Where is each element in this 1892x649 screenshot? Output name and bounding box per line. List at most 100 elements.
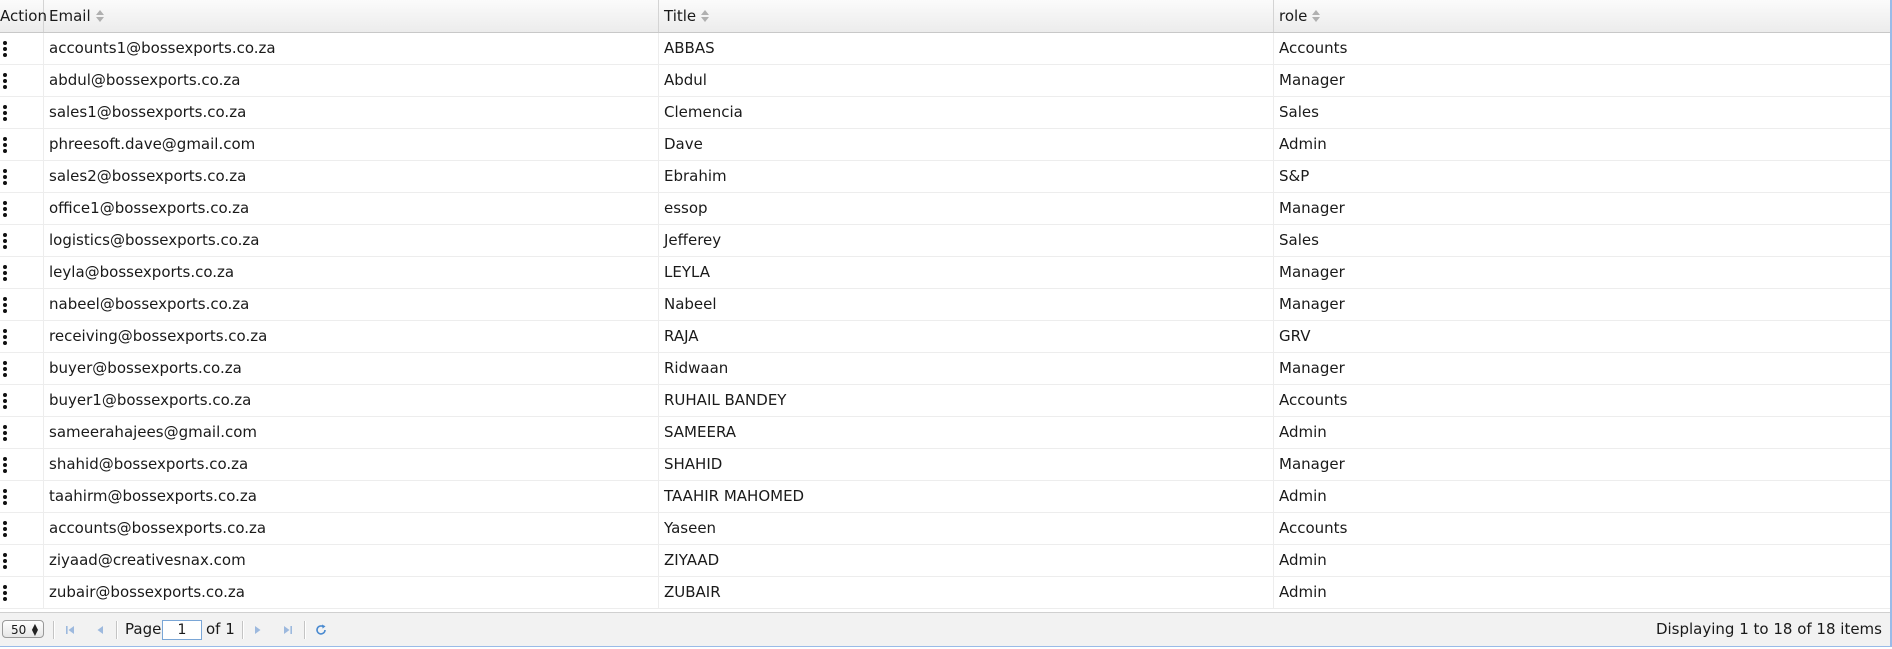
role-cell: Admin	[1279, 135, 1327, 153]
table-row[interactable]: accounts1@bossexports.co.za ABBAS Accounts	[0, 33, 1890, 65]
role-cell: Admin	[1279, 487, 1327, 505]
more-vertical-icon[interactable]	[3, 329, 7, 345]
action-cell	[0, 417, 44, 448]
email-cell: buyer1@bossexports.co.za	[44, 385, 659, 416]
action-cell	[0, 193, 44, 224]
grid-panel: Action Email Title role accounts1@bossex…	[0, 0, 1892, 647]
sort-icon[interactable]	[95, 9, 104, 22]
table-row[interactable]: accounts@bossexports.co.za Yaseen Accounts	[0, 513, 1890, 545]
more-vertical-icon[interactable]	[3, 41, 7, 57]
email-cell: logistics@bossexports.co.za	[44, 225, 659, 256]
select-arrows-icon: ▲ ▼	[31, 622, 38, 637]
more-vertical-icon[interactable]	[3, 137, 7, 153]
role-cell: Manager	[1279, 71, 1345, 89]
role-cell: Admin	[1279, 423, 1327, 441]
title-cell: RAJA	[659, 321, 1274, 352]
action-cell	[0, 481, 44, 512]
action-cell	[0, 33, 44, 64]
role-cell: Sales	[1279, 231, 1319, 249]
toolbar-separator	[242, 621, 244, 639]
column-header-role-label: role	[1279, 7, 1308, 25]
title-cell: Nabeel	[659, 289, 1274, 320]
action-cell	[0, 97, 44, 128]
more-vertical-icon[interactable]	[3, 521, 7, 537]
title-cell: Clemencia	[659, 97, 1274, 128]
email-cell: sales2@bossexports.co.za	[44, 161, 659, 192]
last-page-icon[interactable]	[281, 623, 295, 637]
email-cell: accounts1@bossexports.co.za	[44, 33, 659, 64]
table-row[interactable]: shahid@bossexports.co.za SHAHID Manager	[0, 449, 1890, 481]
users-grid: Action Email Title role accounts1@bossex…	[0, 0, 1892, 649]
role-cell: Accounts	[1279, 391, 1348, 409]
title-cell: Yaseen	[659, 513, 1274, 544]
first-page-icon[interactable]	[63, 623, 77, 637]
table-row[interactable]: logistics@bossexports.co.za Jefferey Sales	[0, 225, 1890, 257]
title-cell: ABBAS	[659, 33, 1274, 64]
column-header-title-label: Title	[664, 7, 697, 25]
page-size-select[interactable]: 50 ▲ ▼	[2, 620, 44, 638]
more-vertical-icon[interactable]	[3, 361, 7, 377]
role-cell: Manager	[1279, 295, 1345, 313]
more-vertical-icon[interactable]	[3, 233, 7, 249]
table-row[interactable]: nabeel@bossexports.co.za Nabeel Manager	[0, 289, 1890, 321]
toolbar-separator	[304, 621, 306, 639]
action-cell	[0, 321, 44, 352]
table-row[interactable]: sales2@bossexports.co.za Ebrahim S&P	[0, 161, 1890, 193]
table-row[interactable]: buyer1@bossexports.co.za RUHAIL BANDEY Acc…	[0, 385, 1890, 417]
more-vertical-icon[interactable]	[3, 297, 7, 313]
action-cell	[0, 65, 44, 96]
title-cell: Ebrahim	[659, 161, 1274, 192]
more-vertical-icon[interactable]	[3, 169, 7, 185]
more-vertical-icon[interactable]	[3, 457, 7, 473]
email-cell: office1@bossexports.co.za	[44, 193, 659, 224]
action-cell	[0, 257, 44, 288]
previous-page-icon[interactable]	[93, 623, 107, 637]
table-row[interactable]: abdul@bossexports.co.za Abdul Manager	[0, 65, 1890, 97]
more-vertical-icon[interactable]	[3, 105, 7, 121]
column-header-email[interactable]: Email	[44, 0, 659, 32]
more-vertical-icon[interactable]	[3, 553, 7, 569]
title-cell: essop	[659, 193, 1274, 224]
table-row[interactable]: ziyaad@creativesnax.com ZIYAAD Admin	[0, 545, 1890, 577]
table-row[interactable]: sameerahajees@gmail.com SAMEERA Admin	[0, 417, 1890, 449]
table-row[interactable]: sales1@bossexports.co.za Clemencia Sales	[0, 97, 1890, 129]
title-cell: Jefferey	[659, 225, 1274, 256]
page-number-input[interactable]: 1	[162, 620, 202, 640]
table-row[interactable]: zubair@bossexports.co.za ZUBAIR Admin	[0, 577, 1890, 609]
more-vertical-icon[interactable]	[3, 489, 7, 505]
more-vertical-icon[interactable]	[3, 425, 7, 441]
more-vertical-icon[interactable]	[3, 393, 7, 409]
sort-icon[interactable]	[1312, 9, 1321, 22]
more-vertical-icon[interactable]	[3, 265, 7, 281]
more-vertical-icon[interactable]	[3, 201, 7, 217]
sort-icon[interactable]	[701, 9, 710, 22]
more-vertical-icon[interactable]	[3, 585, 7, 601]
more-vertical-icon[interactable]	[3, 73, 7, 89]
email-cell: abdul@bossexports.co.za	[44, 65, 659, 96]
column-header-title[interactable]: Title	[659, 0, 1274, 32]
table-row[interactable]: taahirm@bossexports.co.za TAAHIR MAHOMED A…	[0, 481, 1890, 513]
toolbar-separator	[116, 621, 118, 639]
column-header-role[interactable]: role	[1274, 0, 1890, 32]
action-cell	[0, 353, 44, 384]
email-cell: taahirm@bossexports.co.za	[44, 481, 659, 512]
title-cell: Ridwaan	[659, 353, 1274, 384]
title-cell: Dave	[659, 129, 1274, 160]
column-header-action-label: Action	[0, 7, 47, 25]
table-row[interactable]: leyla@bossexports.co.za LEYLA Manager	[0, 257, 1890, 289]
next-page-icon[interactable]	[251, 623, 265, 637]
column-header-email-label: Email	[49, 7, 91, 25]
email-cell: ziyaad@creativesnax.com	[44, 545, 659, 576]
table-row[interactable]: buyer@bossexports.co.za Ridwaan Manager	[0, 353, 1890, 385]
role-cell: Admin	[1279, 551, 1327, 569]
email-cell: sameerahajees@gmail.com	[44, 417, 659, 448]
action-cell	[0, 513, 44, 544]
title-cell: LEYLA	[659, 257, 1274, 288]
table-row[interactable]: phreesoft.dave@gmail.com Dave Admin	[0, 129, 1890, 161]
email-cell: shahid@bossexports.co.za	[44, 449, 659, 480]
table-row[interactable]: receiving@bossexports.co.za RAJA GRV	[0, 321, 1890, 353]
refresh-icon[interactable]	[314, 623, 328, 637]
email-cell: nabeel@bossexports.co.za	[44, 289, 659, 320]
table-row[interactable]: office1@bossexports.co.za essop Manager	[0, 193, 1890, 225]
column-header-action: Action	[0, 0, 47, 32]
